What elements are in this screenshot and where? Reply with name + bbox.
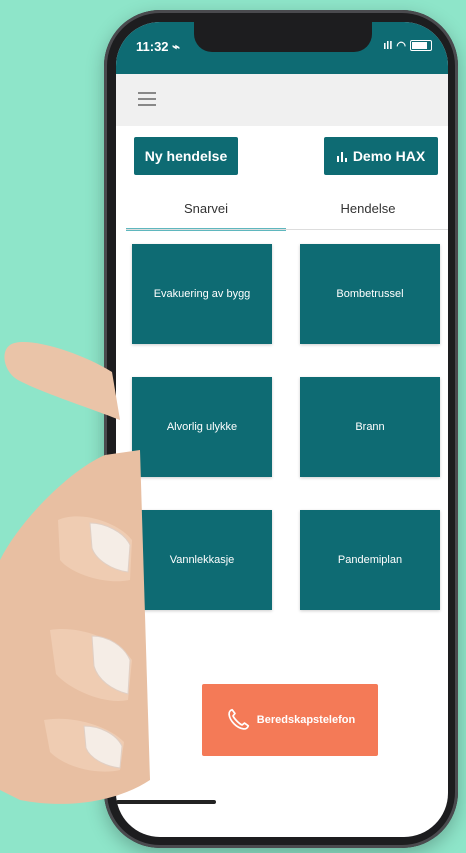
- tab-snarvei[interactable]: Snarvei: [126, 194, 286, 231]
- app-bar: [116, 74, 448, 126]
- signal-icon: ıll: [383, 39, 393, 52]
- phone-screen: 11:32 ⌁ ıll ◠ Ny hendelse Demo HAX Snarv…: [116, 22, 448, 837]
- status-icons: ıll ◠: [383, 39, 432, 52]
- tile-pandemiplan[interactable]: Pandemiplan: [300, 510, 440, 610]
- hamburger-icon[interactable]: [138, 92, 156, 106]
- tile-brann[interactable]: Brann: [300, 377, 440, 477]
- tab-divider: [126, 229, 448, 230]
- tab-hendelse[interactable]: Hendelse: [288, 194, 448, 228]
- tile-evakuering[interactable]: Evakuering av bygg: [132, 244, 272, 344]
- new-event-button[interactable]: Ny hendelse: [134, 137, 238, 175]
- emergency-phone-button[interactable]: Beredskapstelefon: [202, 684, 378, 756]
- tile-alvorlig-ulykke[interactable]: Alvorlig ulykke: [132, 377, 272, 477]
- tab-bar: Snarvei Hendelse: [126, 194, 448, 231]
- phone-icon: [227, 708, 249, 730]
- status-time: 11:32 ⌁: [136, 39, 180, 54]
- tile-vannlekkasje[interactable]: Vannlekkasje: [132, 510, 272, 610]
- home-indicator: [116, 800, 216, 804]
- emergency-phone-label: Beredskapstelefon: [256, 714, 356, 726]
- tile-bombetrussel[interactable]: Bombetrussel: [300, 244, 440, 344]
- phone-notch: [194, 22, 372, 52]
- battery-icon: [410, 40, 432, 51]
- demo-button-label: Demo HAX: [352, 148, 426, 164]
- bar-chart-icon: [336, 152, 347, 162]
- wifi-icon: ◠: [396, 40, 406, 52]
- demo-button[interactable]: Demo HAX: [324, 137, 438, 175]
